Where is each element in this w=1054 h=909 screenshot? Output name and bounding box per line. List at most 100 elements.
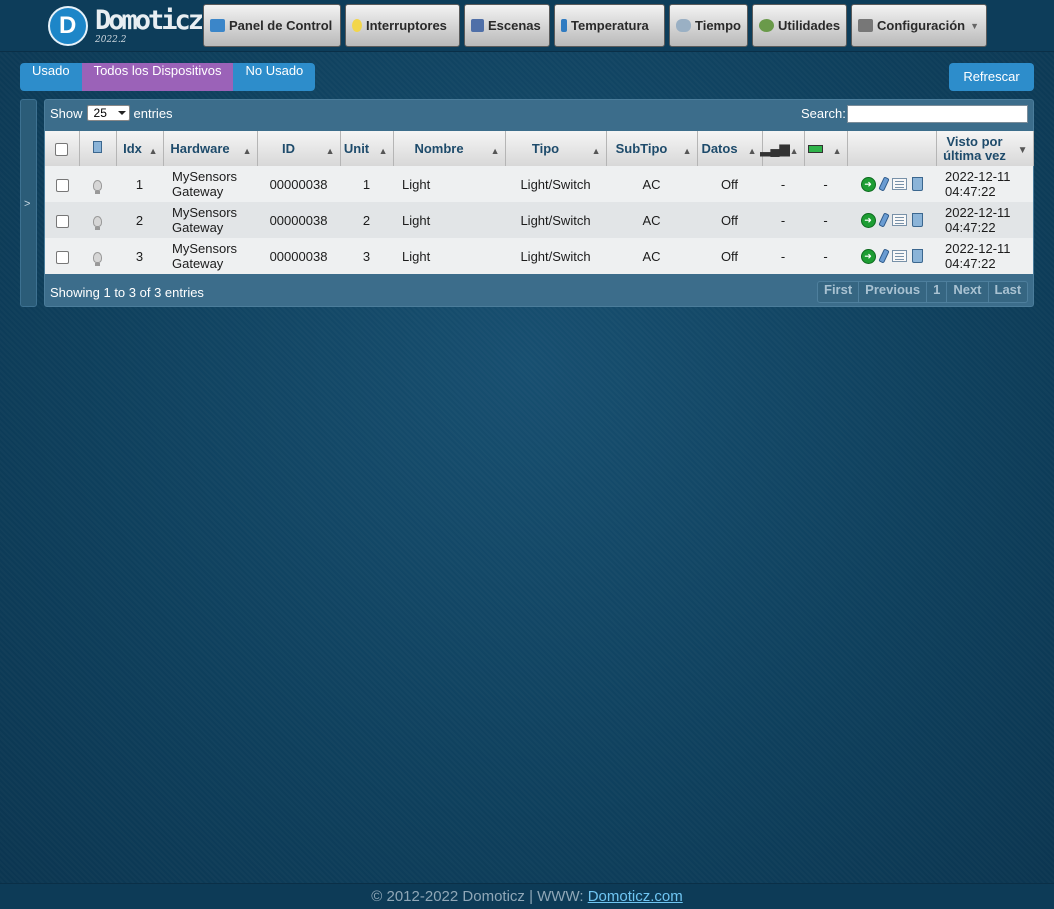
col-last-seen[interactable]: Visto por última vez ▼ (936, 131, 1034, 166)
nav-panel-de-control[interactable]: Panel de Control (203, 4, 341, 47)
col-type[interactable]: Tipo ▲ (505, 131, 607, 166)
page-first[interactable]: First (818, 282, 860, 302)
cell-hardware: MySensors Gateway (163, 202, 257, 238)
delete-icon[interactable] (911, 213, 923, 227)
nav-label: Escenas (488, 18, 541, 33)
devices-table: Idx ▲ Hardware ▲ ID ▲ Unit ▲ Nombre ▲ Tipo ▲ S… (45, 131, 1034, 274)
refresh-button[interactable]: Refrescar (949, 63, 1034, 91)
weather-icon (676, 19, 691, 32)
table-info: Showing 1 to 3 of 3 entries (50, 285, 204, 300)
col-idx[interactable]: Idx ▲ (116, 131, 164, 166)
col-subtype-label: SubTipo (615, 140, 668, 156)
lightbulb-icon (93, 179, 102, 194)
filter-unused-button[interactable]: No Usado (233, 63, 316, 91)
nav-escenas[interactable]: Escenas (464, 4, 550, 47)
cell-data: Off (697, 238, 762, 274)
col-signal[interactable]: ▂▄▆ ▲ (760, 131, 805, 166)
set-used-icon[interactable]: ➜ (860, 248, 876, 264)
tools-icon (858, 19, 873, 32)
table-row[interactable]: 3 MySensors Gateway 00000038 3 Light Lig… (45, 238, 1033, 274)
set-used-icon[interactable]: ➜ (860, 212, 876, 228)
nav-label: Utilidades (778, 18, 841, 33)
table-row[interactable]: 1 MySensors Gateway 00000038 1 Light Lig… (45, 166, 1033, 202)
nav-label: Panel de Control (229, 18, 333, 33)
table-row[interactable]: 2 MySensors Gateway 00000038 2 Light Lig… (45, 202, 1033, 238)
nav-temperatura[interactable]: Temperatura (554, 4, 665, 47)
select-all-checkbox[interactable] (55, 142, 69, 156)
sort-icon: ▲ (490, 146, 500, 156)
domoticz-logo[interactable]: D Domoticz 2022.2 (46, 5, 204, 47)
sort-icon: ▲ (378, 146, 388, 156)
nav-interruptores[interactable]: Interruptores (345, 4, 460, 47)
cell-data: Off (697, 202, 762, 238)
col-unit[interactable]: Unit ▲ (340, 131, 394, 166)
log-icon[interactable] (891, 214, 907, 226)
chevron-down-icon: ▼ (970, 20, 980, 31)
set-used-icon[interactable]: ➜ (860, 176, 876, 192)
domoticz-link[interactable]: Domoticz.com (588, 888, 683, 905)
filter-all-button[interactable]: Todos los Dispositivos (81, 63, 234, 91)
col-data[interactable]: Datos ▲ (697, 131, 763, 166)
page-current[interactable]: 1 (927, 282, 948, 302)
col-battery[interactable]: ▲ (804, 131, 848, 166)
col-id-label: ID (282, 140, 295, 156)
cell-last-seen: 2022-12-11 04:47:22 (936, 238, 1033, 274)
nav-label: Temperatura (571, 18, 649, 33)
nav-utilidades[interactable]: Utilidades (752, 4, 847, 47)
rename-icon[interactable] (877, 176, 890, 192)
favorite-header[interactable] (79, 131, 117, 166)
page-next[interactable]: Next (947, 282, 989, 302)
utility-icon (759, 19, 774, 32)
log-icon[interactable] (891, 178, 907, 190)
cell-subtype: AC (606, 202, 697, 238)
row-checkbox[interactable] (55, 214, 69, 228)
cell-unit: 2 (340, 202, 393, 238)
nav-tiempo[interactable]: Tiempo (669, 4, 748, 47)
col-name[interactable]: Nombre ▲ (393, 131, 506, 166)
nav-label: Interruptores (366, 18, 447, 33)
filter-used-button[interactable]: Usado (20, 63, 82, 91)
sort-icon: ▲ (591, 146, 601, 156)
cell-type: Light/Switch (505, 238, 606, 274)
row-actions: ➜ (847, 248, 936, 264)
col-hardware-label: Hardware (170, 140, 230, 156)
cell-name: Light (393, 238, 505, 274)
cell-idx: 2 (116, 202, 163, 238)
rename-icon[interactable] (877, 212, 890, 228)
row-actions: ➜ (847, 212, 936, 228)
sort-icon: ▲ (747, 146, 757, 156)
cell-last-seen: 2022-12-11 04:47:22 (936, 166, 1033, 202)
col-id[interactable]: ID ▲ (257, 131, 341, 166)
table-footer: Showing 1 to 3 of 3 entries First Previo… (45, 276, 1033, 307)
nav-configuracion[interactable]: Configuración ▼ (851, 4, 987, 47)
row-checkbox[interactable] (55, 178, 69, 192)
delete-icon[interactable] (911, 249, 923, 263)
cell-battery: - (804, 166, 847, 202)
search-input[interactable] (847, 105, 1028, 123)
cell-unit: 3 (340, 238, 393, 274)
page-size-select[interactable]: 25 (86, 105, 130, 121)
col-unit-label: Unit (343, 140, 370, 156)
battery-icon (808, 144, 823, 153)
page-last[interactable]: Last (989, 282, 1028, 302)
cell-signal: - (762, 166, 804, 202)
collapse-sidebar-toggle[interactable]: > (20, 99, 37, 307)
cell-unit: 1 (340, 166, 393, 202)
select-all-header[interactable] (45, 131, 80, 166)
sort-icon: ▲ (325, 146, 335, 156)
thermometer-icon (561, 19, 567, 32)
delete-icon[interactable] (911, 177, 923, 191)
nav-label: Tiempo (695, 18, 741, 33)
trash-bin-icon (93, 141, 102, 153)
col-hardware[interactable]: Hardware ▲ (163, 131, 258, 166)
col-name-label: Nombre (414, 140, 464, 156)
rename-icon[interactable] (877, 248, 890, 264)
lightbulb-icon (93, 251, 102, 266)
row-checkbox[interactable] (55, 250, 69, 264)
log-icon[interactable] (891, 250, 907, 262)
cell-id: 00000038 (257, 238, 340, 274)
nav-label: Configuración (877, 18, 966, 33)
page-previous[interactable]: Previous (859, 282, 928, 302)
entries-label: entries (133, 105, 173, 121)
col-subtype[interactable]: SubTipo ▲ (606, 131, 698, 166)
